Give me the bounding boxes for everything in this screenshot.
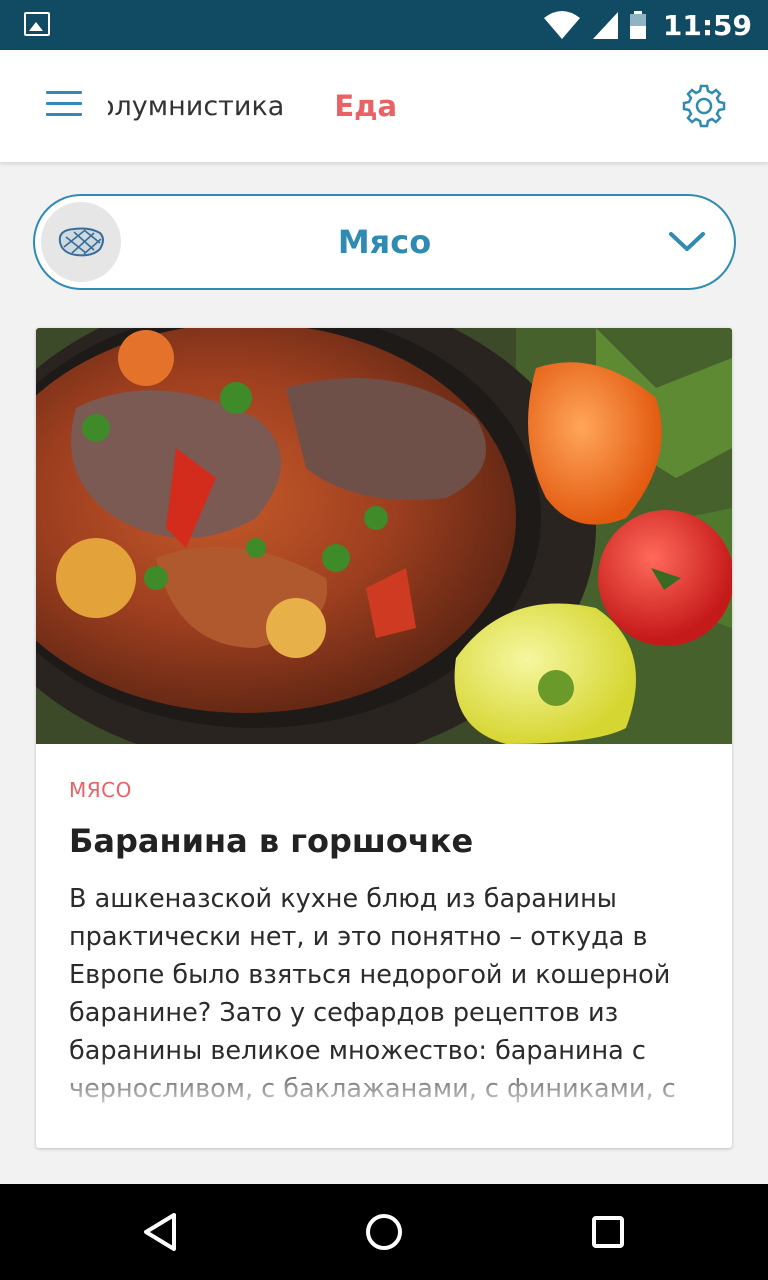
status-icons: 11:59 xyxy=(543,0,752,50)
image-notification-icon xyxy=(24,12,50,36)
home-icon[interactable] xyxy=(360,1208,408,1256)
status-time: 11:59 xyxy=(662,8,752,42)
tab-kolumnistika[interactable]: олумнистика xyxy=(108,91,284,122)
category-dropdown[interactable]: Мясо xyxy=(33,194,736,290)
app-bar: олумнистика Еда xyxy=(0,50,768,162)
tab-eda[interactable]: Еда xyxy=(334,89,397,123)
back-icon[interactable] xyxy=(136,1208,184,1256)
recents-icon[interactable] xyxy=(584,1208,632,1256)
hamburger-menu-icon[interactable] xyxy=(46,88,82,118)
system-nav-bar xyxy=(0,1184,768,1280)
category-selected-label: Мясо xyxy=(337,223,432,261)
wifi-icon xyxy=(543,11,580,39)
status-bar: 11:59 xyxy=(0,0,768,50)
battery-icon xyxy=(629,11,646,39)
gear-icon[interactable] xyxy=(682,84,726,128)
lamb-stew-pot-photo xyxy=(36,328,732,744)
chevron-down-icon xyxy=(669,232,705,251)
section-tabs: олумнистика Еда xyxy=(108,50,608,162)
article-card[interactable]: МЯСО Баранина в горшочке В ашкеназской к… xyxy=(36,328,732,1148)
article-category: МЯСО xyxy=(69,778,132,802)
cell-signal-icon xyxy=(592,12,618,39)
article-title[interactable]: Баранина в горшочке xyxy=(69,822,709,860)
excerpt-fade xyxy=(36,1056,732,1116)
